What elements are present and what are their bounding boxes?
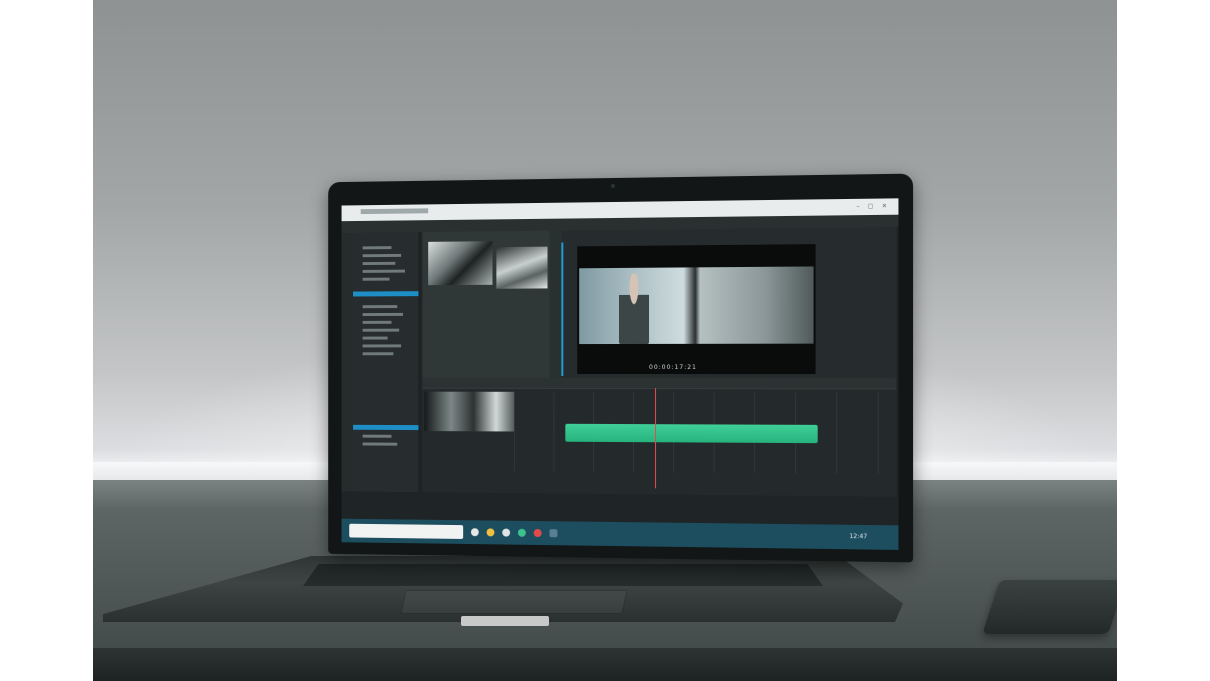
- left-toolbar: [342, 233, 353, 492]
- project-panel: [353, 232, 419, 492]
- desk-edge: [93, 648, 1117, 681]
- app-icon[interactable]: [549, 529, 557, 537]
- url-bar[interactable]: [361, 208, 428, 214]
- tree-row[interactable]: [363, 329, 400, 332]
- source-panel: [422, 231, 549, 378]
- tree-row[interactable]: [363, 435, 392, 438]
- person-in-video: [619, 274, 649, 344]
- app-icon[interactable]: [534, 529, 542, 537]
- monitor-focus-edge: [561, 242, 563, 375]
- program-monitor: 00:00:17:21: [561, 227, 896, 378]
- video-still: [579, 266, 813, 344]
- timeline-clip-thumbnail[interactable]: [424, 392, 514, 432]
- timeline-ruler[interactable]: [422, 378, 896, 390]
- window-controls[interactable]: – ▢ ✕: [856, 203, 890, 211]
- app-icon[interactable]: [502, 529, 510, 537]
- tree-row[interactable]: [363, 270, 405, 273]
- tree-row[interactable]: [363, 321, 392, 324]
- tree-row[interactable]: [363, 262, 396, 265]
- tree-row[interactable]: [363, 352, 394, 355]
- media-thumbnail[interactable]: [428, 241, 492, 285]
- app-icon[interactable]: [518, 529, 526, 537]
- video-frame[interactable]: [577, 244, 815, 374]
- tree-row-selected[interactable]: [353, 425, 418, 430]
- timeline-tools: [549, 231, 561, 378]
- tree-row[interactable]: [363, 313, 403, 316]
- tree-row[interactable]: [363, 443, 398, 446]
- tree-row[interactable]: [363, 246, 392, 249]
- phone: [982, 580, 1117, 634]
- photo: – ▢ ✕ 00:00:17:21 12:47: [93, 0, 1117, 681]
- tree-row-selected[interactable]: [353, 291, 418, 296]
- laptop-keyboard: [303, 564, 823, 586]
- timeline-panel: [422, 378, 896, 497]
- timeline-clip[interactable]: [565, 424, 817, 443]
- tree-row[interactable]: [363, 254, 401, 257]
- app-icon[interactable]: [471, 528, 479, 536]
- viewer-timecode: 00:00:17:21: [649, 364, 697, 371]
- laptop-lid: – ▢ ✕ 00:00:17:21 12:47: [328, 174, 913, 563]
- tree-row[interactable]: [363, 305, 398, 308]
- taskbar: 12:47: [342, 519, 899, 550]
- laptop-screen: – ▢ ✕ 00:00:17:21 12:47: [342, 198, 899, 550]
- app-icon[interactable]: [487, 528, 495, 536]
- taskbar-search[interactable]: [349, 524, 463, 539]
- webcam: [611, 184, 615, 188]
- laptop-notch: [461, 616, 549, 626]
- tree-row[interactable]: [363, 344, 401, 347]
- tree-row[interactable]: [363, 337, 388, 340]
- media-thumbnail[interactable]: [496, 247, 547, 289]
- taskbar-clock: 12:47: [849, 533, 867, 540]
- tree-row[interactable]: [363, 278, 390, 281]
- laptop-trackpad: [400, 590, 627, 614]
